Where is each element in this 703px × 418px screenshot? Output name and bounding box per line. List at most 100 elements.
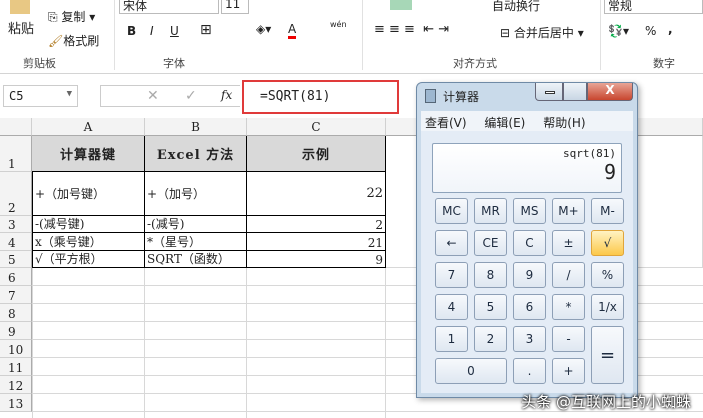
paste-button[interactable]: 粘贴 [8, 18, 34, 37]
key-2-4[interactable]: % [591, 262, 624, 288]
key-4-2[interactable]: 3 [513, 326, 546, 352]
key-0-0[interactable]: MC [435, 198, 468, 224]
close-button[interactable]: X [587, 83, 633, 101]
cell-a4[interactable]: x（乘号键） [32, 233, 145, 251]
row-header[interactable]: 13 [0, 394, 32, 412]
merge-center-button[interactable]: ⊟ 合并后居中 ▾ [500, 24, 584, 41]
row-header[interactable]: 7 [0, 286, 32, 304]
key-1-1[interactable]: CE [474, 230, 507, 256]
formula-input[interactable]: =SQRT(81) [242, 80, 399, 114]
key-1-2[interactable]: C [513, 230, 546, 256]
key-0-3[interactable]: M+ [552, 198, 585, 224]
key-1-0[interactable]: ← [435, 230, 468, 256]
formula-buttons: ✕ ✓ fx [100, 85, 240, 107]
row-header[interactable]: 8 [0, 304, 32, 322]
copy-icon: ⎘ [48, 10, 62, 24]
key-2-0[interactable]: 7 [435, 262, 468, 288]
cell-c1[interactable]: 示例 [247, 136, 386, 172]
merge-icon: ⊟ [500, 26, 514, 40]
watermark: 头条 @互联网上的小蜘蛛 [521, 393, 691, 411]
column-header-b[interactable]: B [145, 118, 247, 136]
comma-button[interactable]: , [668, 22, 673, 36]
row-header[interactable]: 6 [0, 268, 32, 286]
cell-c5[interactable]: 9 [247, 251, 386, 268]
number-format-select[interactable]: 常规 [604, 0, 703, 14]
brush-icon: 🖌 [48, 34, 64, 48]
fill-color-icon[interactable]: ◈▾ [256, 22, 271, 36]
name-box[interactable]: C5 ▼ [3, 85, 78, 107]
insert-function-button[interactable]: fx [221, 88, 232, 102]
percent-button[interactable]: % [645, 24, 656, 38]
key-4-1[interactable]: 2 [474, 326, 507, 352]
cell-b1[interactable]: Excel 方法 [145, 136, 247, 172]
menu-view[interactable]: 查看(V) [425, 116, 467, 130]
key-3-1[interactable]: 5 [474, 294, 507, 320]
calculator-menu: 查看(V) 编辑(E) 帮助(H) [421, 111, 633, 131]
currency-icon[interactable]: 💱▾ [608, 24, 629, 38]
key-5-0[interactable]: 0 [435, 358, 507, 384]
row-header[interactable]: 4 [0, 233, 32, 251]
row-header[interactable]: 12 [0, 376, 32, 394]
key-0-2[interactable]: MS [513, 198, 546, 224]
row-header[interactable]: 9 [0, 322, 32, 340]
cell-c4[interactable]: 21 [247, 233, 386, 251]
cell-a5[interactable]: √（平方根） [32, 251, 145, 268]
expression: sqrt(81) [563, 147, 616, 160]
key-0-4[interactable]: M- [591, 198, 624, 224]
select-all-corner[interactable] [0, 118, 32, 136]
maximize-button[interactable] [563, 83, 587, 101]
calculator-display: sqrt(81) 9 [432, 143, 622, 193]
minimize-button[interactable] [535, 83, 563, 101]
cell-a2[interactable]: +（加号键） [32, 172, 145, 216]
cell-b5[interactable]: SQRT（函数） [145, 251, 247, 268]
cancel-icon[interactable]: ✕ [147, 88, 159, 104]
row-header[interactable]: 2 [0, 172, 32, 216]
key-4-0[interactable]: 1 [435, 326, 468, 352]
key-5-1[interactable]: . [513, 358, 546, 384]
key-2-2[interactable]: 9 [513, 262, 546, 288]
key-2-1[interactable]: 8 [474, 262, 507, 288]
enter-icon[interactable]: ✓ [185, 88, 197, 104]
cell-a1[interactable]: 计算器键 [32, 136, 145, 172]
bold-button[interactable]: B [127, 24, 136, 38]
cell-b4[interactable]: *（星号） [145, 233, 247, 251]
italic-button[interactable]: I [150, 24, 154, 38]
column-header-c[interactable]: C [247, 118, 386, 136]
cell-c3[interactable]: 2 [247, 216, 386, 233]
underline-button[interactable]: U [170, 24, 179, 38]
equals-key[interactable]: = [591, 326, 624, 384]
key-3-4[interactable]: 1/x [591, 294, 624, 320]
row-header[interactable]: 5 [0, 251, 32, 268]
align-top-button[interactable] [390, 0, 412, 10]
font-name-select[interactable]: 宋体 [119, 0, 219, 14]
align-buttons[interactable]: ≡ ≡ ≡ ⇤ ⇥ [374, 22, 449, 37]
cell-b3[interactable]: -(减号) [145, 216, 247, 233]
key-5-2[interactable]: + [552, 358, 585, 384]
key-2-3[interactable]: / [552, 262, 585, 288]
wrap-text-button[interactable]: 自动换行 [492, 0, 540, 14]
paste-icon [10, 0, 30, 14]
key-3-2[interactable]: 6 [513, 294, 546, 320]
copy-button[interactable]: ⎘ 复制 ▾ [48, 8, 95, 25]
border-icon[interactable]: ⊞ [200, 22, 212, 38]
phonetic-button[interactable]: wén [330, 20, 347, 29]
format-painter-button[interactable]: 🖌格式刷 [48, 32, 99, 49]
key-1-4[interactable]: √ [591, 230, 624, 256]
key-4-3[interactable]: - [552, 326, 585, 352]
row-header[interactable]: 11 [0, 358, 32, 376]
menu-edit[interactable]: 编辑(E) [484, 116, 525, 130]
font-size-select[interactable]: 11 [221, 0, 249, 14]
row-header[interactable]: 3 [0, 216, 32, 233]
font-color-icon[interactable]: A [288, 22, 297, 39]
row-header[interactable]: 1 [0, 136, 32, 172]
column-header-a[interactable]: A [32, 118, 145, 136]
cell-b2[interactable]: +（加号） [145, 172, 247, 216]
key-3-0[interactable]: 4 [435, 294, 468, 320]
cell-a3[interactable]: -(减号键) [32, 216, 145, 233]
menu-help[interactable]: 帮助(H) [543, 116, 585, 130]
key-3-3[interactable]: * [552, 294, 585, 320]
cell-c2[interactable]: 22 [247, 172, 386, 216]
row-header[interactable]: 10 [0, 340, 32, 358]
key-0-1[interactable]: MR [474, 198, 507, 224]
key-1-3[interactable]: ± [552, 230, 585, 256]
